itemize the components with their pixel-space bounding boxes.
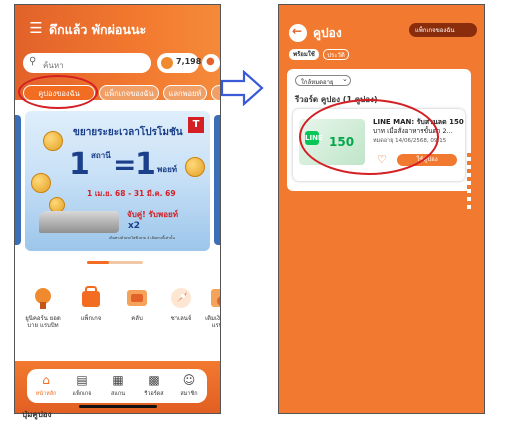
banner-fine-print: เดินทางด้วยรถไฟฟ้าสาย 4 เส้นทางนี้เท่านั… [109, 236, 175, 240]
tab-history[interactable]: ประวัติ [323, 49, 349, 60]
nav-home[interactable]: ⌂ หน้าหลัก [29, 373, 63, 398]
sort-label: ใกล้หมดอายุ [301, 79, 334, 86]
banner-station-label: สถานี [91, 151, 111, 160]
club-icon [124, 285, 150, 311]
service-club[interactable]: คลับ [119, 285, 155, 322]
search-box[interactable]: ⚲ [23, 53, 151, 75]
my-package-label: แพ็กเกจของฉัน [415, 27, 455, 34]
carousel-pager [87, 261, 143, 264]
service-label: แพ็กเกจ [80, 315, 102, 322]
back-arrow-icon: ← [292, 24, 303, 38]
banner-next-peek [214, 115, 220, 245]
menu-icon[interactable]: ☰ [27, 19, 45, 37]
nav-member[interactable]: ☺ สมาชิก [172, 373, 206, 398]
annotation-circle [299, 99, 439, 175]
nav-packages[interactable]: ▤ แพ็กเกจ [65, 373, 99, 398]
rabbit-logo-icon: T [188, 117, 204, 133]
left-phone-screenshot: ☰ ดึกแล้ว พักผ่อนนะ ⚲ 7,198 ● คูปองของฉั… [14, 4, 221, 414]
right-phone-screenshot: ← คูปอง แพ็กเกจของฉัน พร้อมใช้ ประวัติ ใ… [278, 4, 485, 414]
chevron-down-icon: ⌄ [342, 75, 348, 83]
service-label: ยูนิคอร์น ยอด บาย แรบบิท [25, 315, 61, 329]
service-label: เติมเงิน บัตรแรบบิท [205, 315, 220, 329]
service-packages[interactable]: แพ็กเกจ [73, 285, 109, 322]
promo-banner[interactable]: T ขยายระยะเวลาโปรโมชัน 1 สถานี = 1 พอยท์… [25, 111, 210, 251]
banner-number: 1 [135, 147, 156, 182]
coupon-header: ← คูปอง แพ็กเกจของฉัน พร้อมใช้ ประวัติ [279, 5, 484, 63]
banner-headline: ขยายระยะเวลาโปรโมชัน [73, 127, 183, 138]
home-icon: ⌂ [42, 373, 50, 387]
chip-my-packages[interactable]: แพ็กเกจของฉัน [99, 85, 159, 101]
package-icon: ▤ [76, 373, 88, 387]
caption-text: ปุ่มคูปอง [22, 410, 52, 419]
train-image [39, 211, 119, 233]
my-package-button[interactable]: แพ็กเกจของฉัน [409, 23, 477, 37]
service-unicorn[interactable]: ยูนิคอร์น ยอด บาย แรบบิท [25, 285, 61, 329]
right-arrow-icon [220, 70, 264, 106]
unicorn-icon [30, 285, 56, 311]
coin-icon [31, 173, 51, 193]
annotation-circle [18, 75, 98, 109]
nav-label: รีวอร์ดส [144, 391, 164, 397]
nav-rewards[interactable]: ▩ รีวอร์ดส [137, 373, 171, 398]
search-input[interactable] [43, 56, 143, 75]
package-icon [78, 285, 104, 311]
nav-label: แพ็กเกจ [72, 391, 92, 397]
nav-label: สแกน [111, 391, 125, 397]
coupon-edge-decoration [467, 153, 471, 213]
card-topup-icon [208, 285, 220, 311]
greeting-text: ดึกแล้ว พักผ่อนนะ [49, 22, 147, 37]
banner-multiplier: x2 [128, 221, 141, 231]
scan-icon: ▦ [112, 373, 124, 387]
banner-point-label: พอยท์ [157, 165, 178, 174]
gift-icon: ▩ [148, 373, 160, 387]
rocket-icon [168, 285, 194, 311]
notification-button[interactable]: ● [202, 54, 220, 72]
service-label: ชาเลนจ์ [170, 315, 192, 322]
banner-prev-peek [15, 115, 21, 245]
back-button[interactable]: ← [289, 24, 307, 42]
bottom-nav: ⌂ หน้าหลัก ▤ แพ็กเกจ ▦ สแกน ▩ รีวอร์ดส ☺… [27, 369, 207, 403]
sort-dropdown[interactable]: ใกล้หมดอายุ ⌄ [295, 75, 351, 86]
coin-icon [43, 131, 63, 151]
banner-number: 1 [69, 147, 90, 182]
coin-icon [185, 157, 205, 177]
banner-dates: 1 เม.ย. 68 - 31 มี.ค. 69 [87, 189, 176, 198]
service-topup[interactable]: เติมเงิน บัตรแรบบิท [203, 285, 220, 329]
coin-icon [161, 57, 173, 69]
banner-equals: = [113, 148, 137, 181]
nav-scan[interactable]: ▦ สแกน [101, 373, 135, 398]
points-value: 7,198 [176, 57, 202, 66]
home-indicator [79, 405, 157, 408]
banner-promo: จับคู่! รับพอยท์ [127, 210, 178, 219]
service-challenge[interactable]: ชาเลนจ์ [163, 285, 199, 322]
search-icon: ⚲ [29, 56, 37, 67]
bell-icon: ● [206, 56, 215, 67]
nav-label: สมาชิก [180, 391, 198, 397]
carousel-pager-active [87, 261, 109, 264]
page-title: คูปอง [313, 26, 342, 40]
service-label: คลับ [131, 315, 143, 322]
chip-redeem-points[interactable]: แลกพอยท์ [163, 85, 207, 101]
nav-label: หน้าหลัก [35, 391, 57, 397]
tab-available[interactable]: พร้อมใช้ [289, 49, 319, 60]
profile-icon: ☺ [182, 373, 196, 387]
points-pill[interactable]: 7,198 [157, 53, 202, 73]
